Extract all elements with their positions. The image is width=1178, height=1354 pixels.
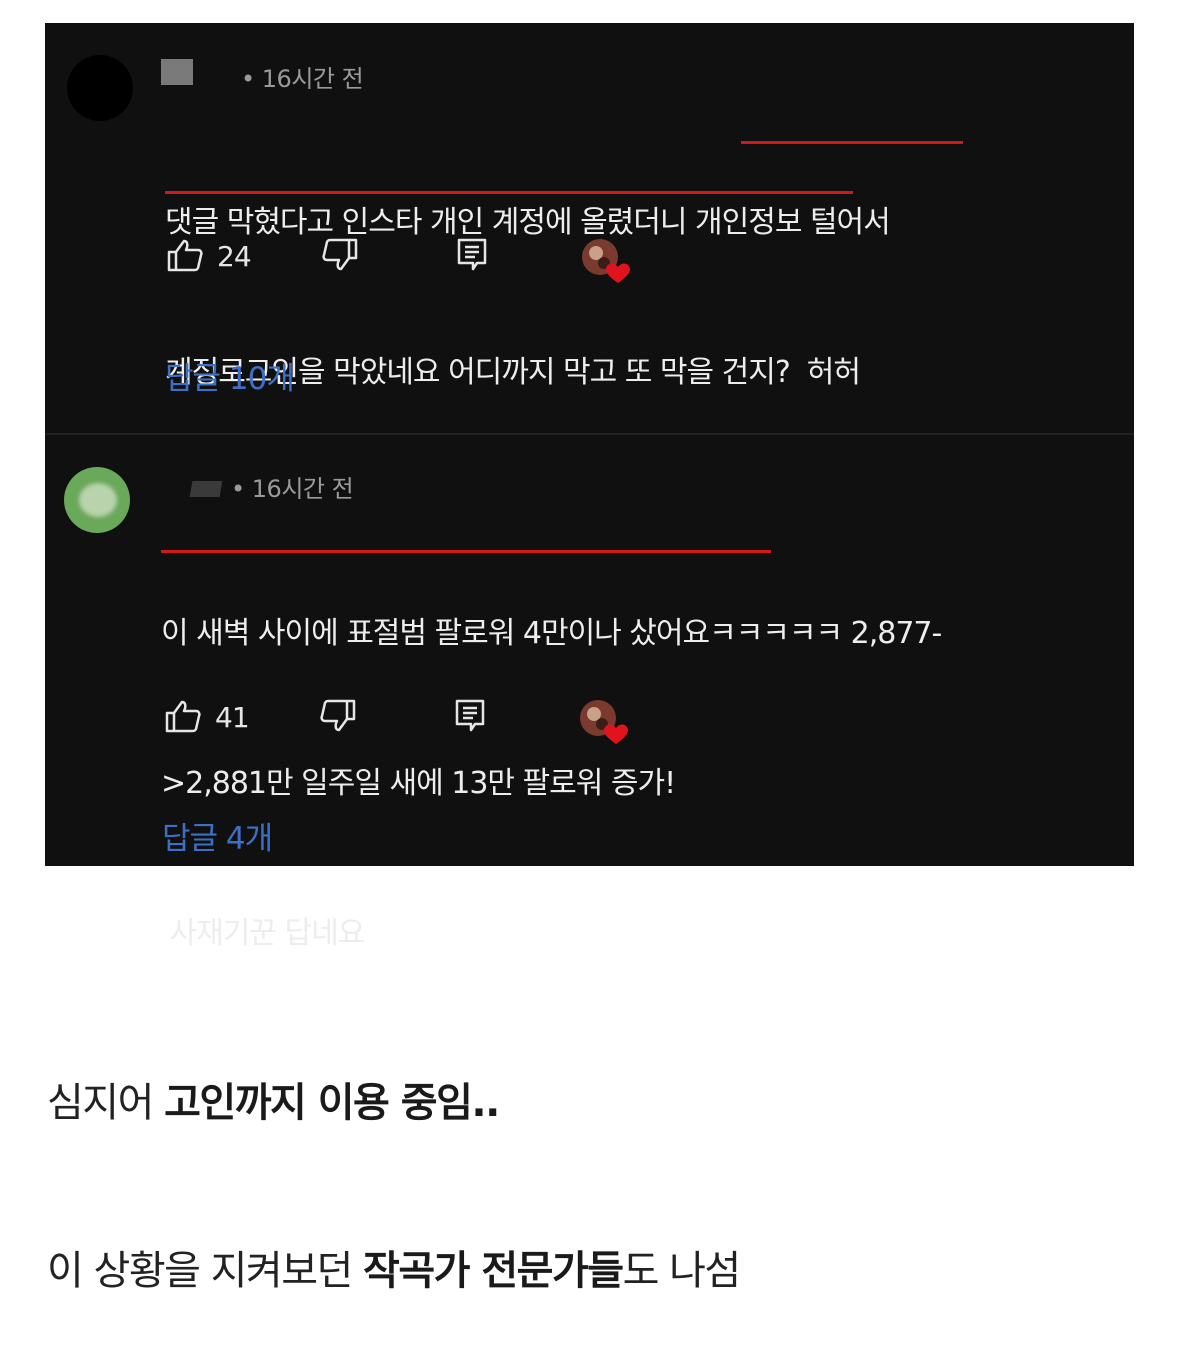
reply-icon[interactable] [455,237,489,273]
redacted-username [189,481,223,497]
red-underline [165,191,853,194]
comment-text: 댓글 막혔다고 인스타 개인 계정에 올렸더니 개인정보 털어서 계정로그인을 … [165,98,891,498]
avatar[interactable] [67,55,133,121]
replies-link[interactable]: 답글 10개 [165,353,295,398]
like-count: 41 [215,701,250,734]
thumbs-down-icon[interactable] [318,237,360,273]
comment-line: 이 새벽 사이에 표절범 팔로워 4만이나 샀어요ㅋㅋㅋㅋㅋ 2,877- [161,616,942,651]
redacted-username [161,59,193,85]
thumbs-down-icon[interactable] [316,698,358,734]
article-caption: 이 상황을 지켜보던 작곡가 전문가들도 나섬 [47,1238,742,1296]
creator-heart-icon [580,700,628,744]
thumbs-up-icon[interactable] [165,237,207,273]
reply-icon[interactable] [453,698,487,734]
caption-bold: 고인까지 이용 중임.. [164,1080,500,1126]
article-caption: 심지어 고인까지 이용 중임.. [47,1070,500,1128]
thumbs-up-icon[interactable] [163,698,205,734]
replies-link[interactable]: 답글 4개 [162,813,273,858]
comment-timestamp: • 16시간 전 [231,475,354,503]
comment-text: 이 새벽 사이에 표절범 팔로워 4만이나 샀어요ㅋㅋㅋㅋㅋ 2,877- >2… [161,509,942,1059]
red-underline [741,141,963,144]
comment-line: 댓글 막혔다고 인스타 개인 계정에 올렸더니 개인정보 털어서 [165,205,891,240]
comment-timestamp: • 16시간 전 [241,65,364,93]
caption-text: 도 나섬 [622,1248,742,1294]
caption-bold: 작곡가 전문가들 [363,1248,624,1294]
comment-line: >2,881만 일주일 새에 13만 팔로워 증가! [161,766,676,801]
creator-heart-icon [582,239,630,283]
caption-text: 심지어 [47,1080,165,1126]
divider [45,433,1134,435]
avatar[interactable] [64,467,130,533]
comments-screenshot: • 16시간 전 댓글 막혔다고 인스타 개인 계정에 올렸더니 개인정보 털어… [45,23,1134,951]
like-count: 24 [217,240,252,273]
comment-line: 사재기꾼 답네요 [161,916,366,951]
caption-text: 이 상황을 지켜보던 [47,1248,364,1294]
red-underline [161,550,771,553]
